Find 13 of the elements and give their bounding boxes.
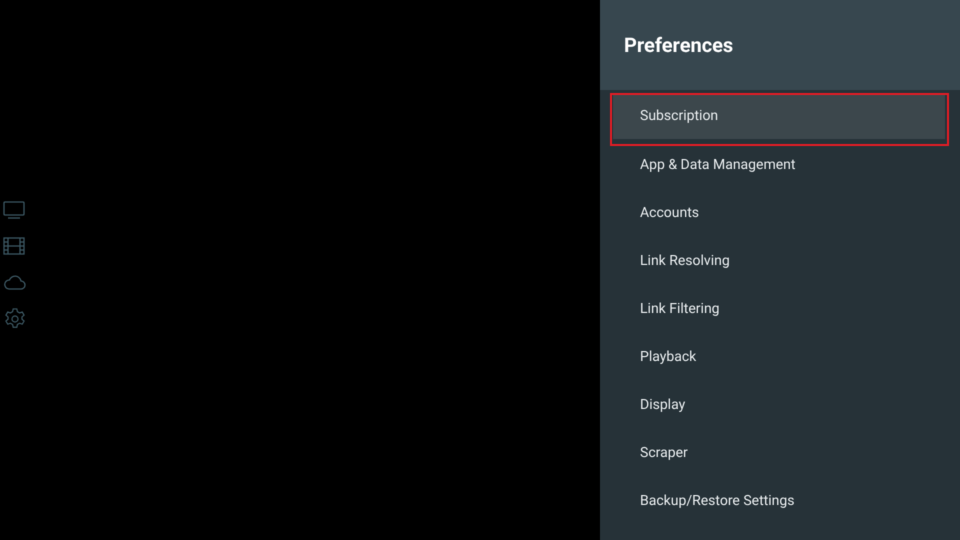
tv-icon[interactable]: [3, 200, 25, 220]
menu-item[interactable]: Accounts: [613, 189, 945, 237]
settings-icon[interactable]: [3, 308, 27, 330]
menu-item[interactable]: Scraper: [613, 429, 945, 477]
menu-item[interactable]: Link Filtering: [613, 285, 945, 333]
menu-item[interactable]: Playback: [613, 333, 945, 381]
menu-item[interactable]: Display: [613, 381, 945, 429]
menu-item[interactable]: Link Resolving: [613, 237, 945, 285]
menu-item[interactable]: Backup/Restore Settings: [613, 477, 945, 525]
menu-item[interactable]: Subscription: [613, 93, 945, 139]
film-icon[interactable]: [3, 236, 25, 256]
menu-item[interactable]: App & Data Management: [613, 141, 945, 189]
panel-title: Preferences: [624, 33, 734, 57]
